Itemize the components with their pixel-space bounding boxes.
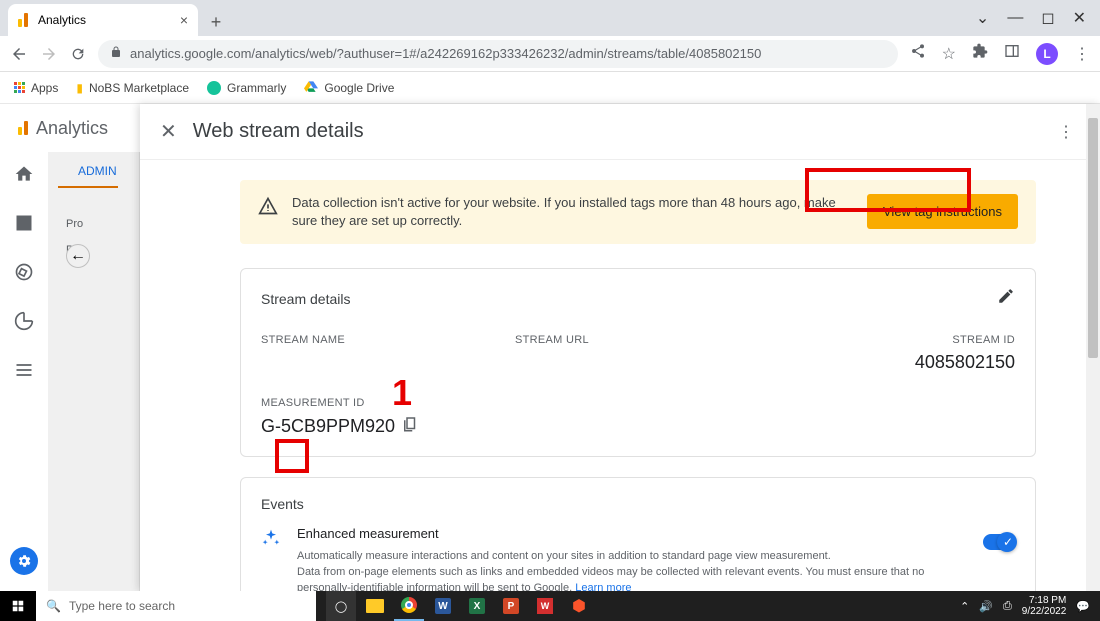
extensions-icon[interactable] bbox=[972, 43, 988, 64]
stream-name-label: STREAM NAME bbox=[261, 334, 507, 346]
profile-avatar[interactable]: L bbox=[1036, 43, 1058, 65]
address-bar-row: analytics.google.com/analytics/web/?auth… bbox=[0, 36, 1100, 72]
lock-icon bbox=[110, 46, 122, 61]
grammarly-icon bbox=[207, 81, 221, 95]
brave-icon[interactable]: ⬢ bbox=[564, 591, 594, 621]
apps-grid-icon bbox=[14, 82, 25, 93]
warning-icon bbox=[258, 196, 278, 221]
warning-banner: Data collection isn't active for your we… bbox=[240, 180, 1036, 244]
enhanced-measurement-toggle[interactable]: ✓ bbox=[983, 534, 1015, 550]
overlay-header: ✕ Web stream details ⋮ bbox=[140, 104, 1100, 160]
search-icon: 🔍 bbox=[46, 599, 61, 613]
windows-taskbar: 🔍 Type here to search ◯ W X P W ⬢ ⌃ 🔊 ⎙ … bbox=[0, 591, 1100, 621]
tray-chevron-icon[interactable]: ⌃ bbox=[960, 600, 969, 613]
back-button[interactable] bbox=[10, 45, 28, 63]
start-button[interactable] bbox=[0, 591, 36, 621]
address-bar[interactable]: analytics.google.com/analytics/web/?auth… bbox=[98, 40, 898, 68]
excel-icon[interactable]: X bbox=[462, 591, 492, 621]
taskbar-search[interactable]: 🔍 Type here to search bbox=[36, 591, 316, 621]
taskbar-clock[interactable]: 7:18 PM 9/22/2022 bbox=[1022, 595, 1067, 617]
bookmarks-bar: Apps ▮NoBS Marketplace Grammarly Google … bbox=[0, 72, 1100, 104]
bookmark-gdrive[interactable]: Google Drive bbox=[304, 79, 394, 96]
forward-button[interactable] bbox=[40, 45, 58, 63]
notifications-icon[interactable]: 💬 bbox=[1076, 600, 1090, 613]
view-tag-instructions-button[interactable]: View tag instructions bbox=[867, 194, 1018, 229]
sidepanel-icon[interactable] bbox=[1004, 43, 1020, 64]
enhanced-desc-line1: Automatically measure interactions and c… bbox=[297, 550, 831, 562]
cortana-icon[interactable]: ◯ bbox=[326, 591, 356, 621]
powerpoint-icon[interactable]: P bbox=[496, 591, 526, 621]
folder-icon: ▮ bbox=[76, 81, 83, 95]
events-card: Events Enhanced measurement Automaticall… bbox=[240, 477, 1036, 591]
copy-icon[interactable] bbox=[401, 415, 419, 438]
url-text: analytics.google.com/analytics/web/?auth… bbox=[130, 46, 761, 61]
maximize-icon[interactable]: ◻ bbox=[1041, 8, 1054, 28]
stream-details-card: Stream details STREAM NAME STREAM URL ST… bbox=[240, 268, 1036, 457]
stream-id-label: STREAM ID bbox=[769, 334, 1015, 346]
tab-close-icon[interactable]: × bbox=[180, 12, 188, 28]
edit-pencil-icon[interactable] bbox=[997, 287, 1015, 310]
analytics-app: Analytics ADMIN Pro Pro ← ✕ Web stream d… bbox=[0, 104, 1100, 591]
reload-button[interactable] bbox=[70, 46, 86, 62]
bookmark-grammarly[interactable]: Grammarly bbox=[207, 81, 286, 95]
volume-icon[interactable]: 🔊 bbox=[979, 600, 993, 613]
overlay-menu-icon[interactable]: ⋮ bbox=[1058, 122, 1080, 142]
wps-icon[interactable]: W bbox=[530, 591, 560, 621]
warning-text: Data collection isn't active for your we… bbox=[292, 194, 853, 230]
chevron-down-icon[interactable]: ⌄ bbox=[976, 8, 989, 28]
stream-id-value: 4085802150 bbox=[769, 352, 1015, 373]
apps-bookmark[interactable]: Apps bbox=[14, 81, 58, 95]
measurement-id-label: MEASUREMENT ID bbox=[261, 397, 1015, 409]
analytics-favicon-icon bbox=[18, 13, 32, 27]
annotation-number-1: 1 bbox=[392, 372, 412, 414]
sparkle-icon bbox=[261, 528, 281, 553]
new-tab-button[interactable]: + bbox=[202, 8, 230, 36]
overlay-title: Web stream details bbox=[193, 120, 364, 143]
minimize-icon[interactable]: — bbox=[1007, 9, 1023, 27]
close-overlay-button[interactable]: ✕ bbox=[160, 119, 177, 144]
tab-title: Analytics bbox=[38, 13, 86, 27]
stream-details-overlay: ✕ Web stream details ⋮ Data collection i… bbox=[140, 104, 1100, 591]
gdrive-icon bbox=[304, 79, 318, 96]
browser-tabbar: Analytics × + ⌄ — ◻ ✕ bbox=[0, 0, 1100, 36]
chrome-taskbar-icon[interactable] bbox=[394, 591, 424, 621]
wifi-icon[interactable]: ⎙ bbox=[1003, 600, 1012, 613]
word-icon[interactable]: W bbox=[428, 591, 458, 621]
close-window-icon[interactable]: ✕ bbox=[1073, 8, 1086, 28]
measurement-id-value: G-5CB9PPM920 bbox=[261, 416, 395, 437]
chrome-menu-icon[interactable]: ⋮ bbox=[1074, 44, 1090, 64]
stream-details-heading: Stream details bbox=[261, 291, 350, 307]
browser-tab[interactable]: Analytics × bbox=[8, 4, 198, 36]
vertical-scrollbar[interactable] bbox=[1086, 104, 1100, 591]
star-icon[interactable]: ☆ bbox=[942, 44, 956, 64]
explorer-icon[interactable] bbox=[360, 591, 390, 621]
search-placeholder: Type here to search bbox=[69, 599, 175, 613]
events-heading: Events bbox=[261, 496, 1015, 512]
learn-more-link[interactable]: Learn more bbox=[575, 582, 631, 591]
enhanced-measurement-title: Enhanced measurement bbox=[297, 526, 967, 541]
bookmark-nobs[interactable]: ▮NoBS Marketplace bbox=[76, 81, 189, 95]
window-controls: ⌄ — ◻ ✕ bbox=[976, 0, 1100, 36]
stream-url-label: STREAM URL bbox=[515, 334, 761, 346]
share-icon[interactable] bbox=[910, 43, 926, 64]
